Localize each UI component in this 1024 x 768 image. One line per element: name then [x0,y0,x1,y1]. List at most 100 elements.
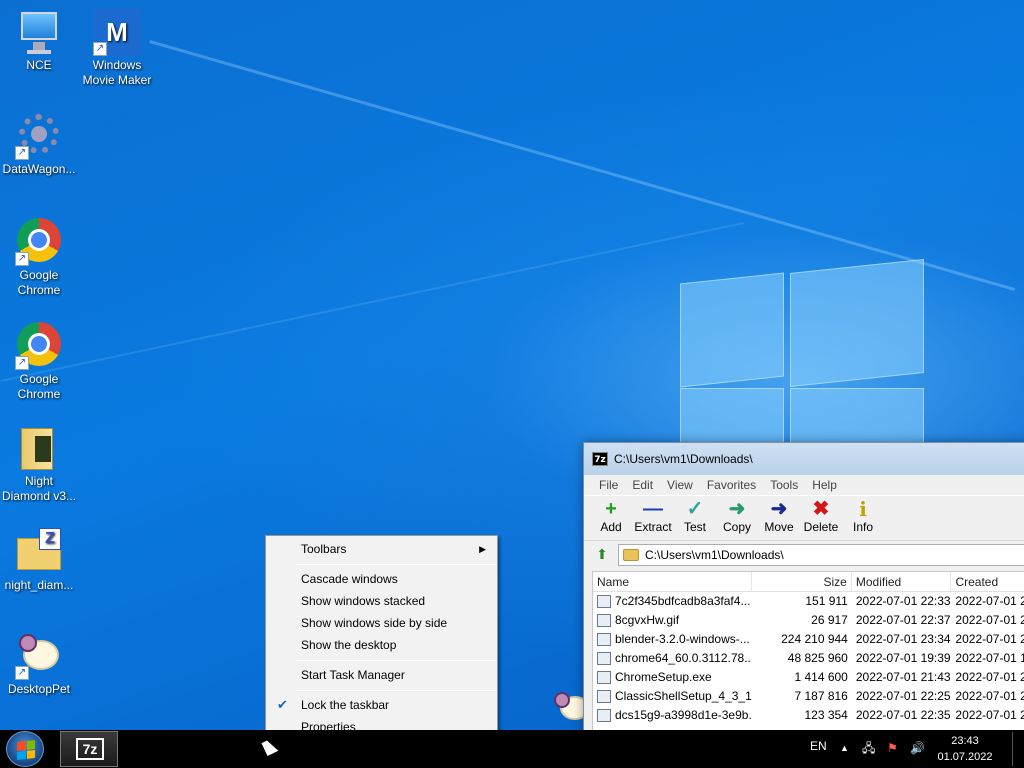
test-button[interactable]: ✓ Test [674,496,716,540]
shortcut-arrow-icon: ↗ [15,252,29,266]
test-label: Test [683,520,706,534]
clock-date: 01.07.2022 [937,751,993,763]
copy-label: Copy [722,520,751,534]
action-center-flag-icon[interactable]: ⚑ [887,730,898,768]
menu-item-show-windows-stacked[interactable]: Show windows stacked [268,590,496,612]
table-row[interactable]: 7c2f345bdfcadb8a3faf4... 151 911 2022-07… [593,592,1024,611]
move-icon: ➜ [770,498,788,520]
menu-item-show-windows-side-by-side[interactable]: Show windows side by side [268,612,496,634]
chrome-icon: ↗ [15,218,63,266]
file-size: 1 414 600 [794,670,848,684]
menu-item-label: Show the desktop [301,638,397,652]
file-modified: 2022-07-01 23:34 [855,632,951,646]
desktop-icon-label: Google Chrome [17,268,61,297]
menu-view[interactable]: View [660,475,700,495]
submenu-arrow-icon: ▶ [479,544,486,554]
address-field[interactable]: C:\Users\vm1\Downloads\ [618,544,1024,566]
menu-item-label: Toolbars [301,542,347,556]
file-name: 8cgvxHw.gif [615,613,680,627]
menu-item-lock-the-taskbar[interactable]: ✔ Lock the taskbar [268,694,496,716]
desktop-icon-windows-movie-maker[interactable]: M ↗ Windows Movie Maker [78,8,156,88]
menu-item-label: Show windows side by side [301,616,448,630]
menu-file[interactable]: File [592,475,625,495]
copy-button[interactable]: ➜ Copy [716,496,758,540]
column-header-created[interactable]: Created [951,572,1024,591]
volume-icon[interactable]: 🔊 [910,730,925,768]
image-file-icon [597,614,611,627]
menu-separator [296,564,496,565]
menu-edit[interactable]: Edit [625,475,660,495]
desktop-icon-night-diamond[interactable]: Night Diamond v3... [0,424,78,504]
chrome-icon: ↗ [15,322,63,370]
delete-button[interactable]: ✖ Delete [800,496,842,540]
start-button[interactable] [6,731,44,767]
file-name: 7c2f345bdfcadb8a3faf4... [615,594,751,608]
computer-icon [15,8,63,56]
delete-label: Delete [803,520,839,534]
file-name: dcs15g9-a3998d1e-3e9b... [615,708,753,722]
7zip-file-manager-window[interactable]: 7z C:\Users\vm1\Downloads\ File Edit Vie… [583,442,1024,743]
desktop-icon-label: night_diam... [4,578,74,592]
move-button[interactable]: ➜ Move [758,496,800,540]
extract-button[interactable]: — Extract [632,496,674,540]
taskbar[interactable]: 7z EN ▲ 🖧 ⚑ 🔊 23:43 01.07.2022 [0,730,1024,768]
folder-icon [623,549,639,561]
info-icon: i [859,497,867,521]
table-row[interactable]: dcs15g9-a3998d1e-3e9b... 123 354 2022-07… [593,706,1024,725]
table-row[interactable]: chrome64_60.0.3112.78.... 48 825 960 202… [593,649,1024,668]
table-row[interactable]: 8cgvxHw.gif 26 917 2022-07-01 22:37 2022… [593,611,1024,630]
menu-item-toolbars[interactable]: Toolbars ▶ [268,538,496,560]
info-button[interactable]: i Info [842,496,884,540]
add-icon: + [605,498,617,520]
desktop-icon-nce[interactable]: NCE [0,8,78,73]
shortcut-arrow-icon: ↗ [15,666,29,680]
menu-bar: File Edit View Favorites Tools Help [584,475,1024,495]
windows-flag-icon [17,740,35,760]
file-size: 123 354 [804,708,848,722]
menu-item-show-the-desktop[interactable]: Show the desktop [268,634,496,656]
file-created: 2022-07-01 2 [955,689,1024,703]
file-size: 48 825 960 [787,651,848,665]
column-header-size[interactable]: Size [752,572,852,591]
window-titlebar[interactable]: 7z C:\Users\vm1\Downloads\ [584,443,1024,475]
language-indicator[interactable]: EN [810,730,827,768]
system-clock[interactable]: 23:43 01.07.2022 [930,733,1000,765]
menu-tools[interactable]: Tools [763,475,805,495]
file-modified: 2022-07-01 21:43 [855,670,951,684]
add-button[interactable]: + Add [590,496,632,540]
table-row[interactable]: blender-3.2.0-windows-... 224 210 944 20… [593,630,1024,649]
show-hidden-icons-chevron-icon[interactable]: ▲ [840,730,849,768]
shortcut-arrow-icon: ↗ [15,356,29,370]
file-created: 2022-07-01 2 [955,670,1024,684]
folder-up-icon[interactable]: ⬆ [592,545,612,565]
file-name: blender-3.2.0-windows-... [615,632,750,646]
table-row[interactable]: ChromeSetup.exe 1 414 600 2022-07-01 21:… [593,668,1024,687]
show-desktop-button[interactable] [1012,732,1022,766]
exe-file-icon [597,652,611,665]
desktop-icon-datawagon[interactable]: ↗ DataWagon... [0,112,78,177]
menu-item-label: Cascade windows [301,572,398,586]
menu-item-label: Start Task Manager [301,668,405,682]
taskbar-context-menu: Toolbars ▶ Cascade windows Show windows … [265,535,498,741]
menu-item-label: Show windows stacked [301,594,426,608]
table-row[interactable]: ClassicShellSetup_4_3_1.... 7 187 816 20… [593,687,1024,706]
file-list[interactable]: Name Size Modified Created 7c2f345bdfcad… [592,571,1024,743]
add-label: Add [600,520,622,534]
file-size: 224 210 944 [781,632,848,646]
menu-item-cascade-windows[interactable]: Cascade windows [268,568,496,590]
column-header-name[interactable]: Name [593,572,753,591]
desktop-icon-night-diam-zip[interactable]: Z night_diam... [0,528,78,593]
taskbar-button-7zip[interactable]: 7z [60,731,118,767]
desktop-icon-google-chrome-2[interactable]: ↗ Google Chrome [0,320,78,402]
menu-help[interactable]: Help [805,475,844,495]
menu-item-start-task-manager[interactable]: Start Task Manager [268,664,496,686]
column-header-modified[interactable]: Modified [852,572,952,591]
menu-favorites[interactable]: Favorites [700,475,763,495]
desktop-icon-desktoppet[interactable]: ↗ DesktopPet [0,632,78,697]
shortcut-arrow-icon: ↗ [93,42,107,56]
network-icon[interactable]: 🖧 [862,730,875,768]
desktop-icon-google-chrome[interactable]: ↗ Google Chrome [0,216,78,298]
address-bar: ⬆ C:\Users\vm1\Downloads\ [584,541,1024,569]
desktop-icon-label: DesktopPet [7,682,71,696]
file-created: 2022-07-01 1 [955,651,1024,665]
